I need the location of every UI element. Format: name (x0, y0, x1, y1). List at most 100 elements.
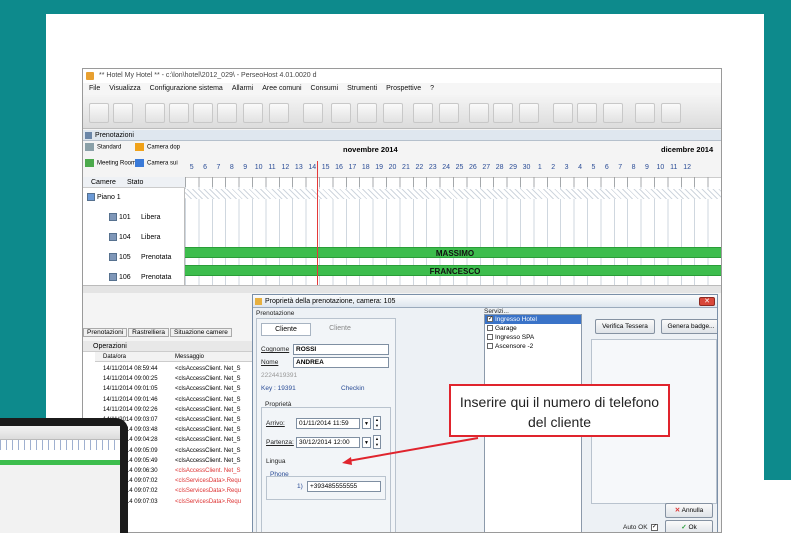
menu-item[interactable]: Strumenti (347, 85, 377, 92)
log-row[interactable]: 14/11/2014 09:01:05 <clsAccessClient. Net… (95, 384, 253, 394)
toolbar-button-icon[interactable] (243, 103, 263, 123)
auto-ok-label: Auto OK (623, 524, 648, 531)
service-label: Garage (495, 325, 517, 332)
toolbar-button-icon[interactable] (469, 103, 489, 123)
log-row[interactable]: 14/11/2014 09:01:46 <clsAccessClient. Net… (95, 395, 253, 405)
lingua-label: Lingua (266, 458, 286, 465)
legend-item[interactable]: Meeting Room (85, 159, 136, 168)
arrivo-spinner-icon[interactable]: ▲ ▼ (373, 416, 381, 430)
toolbar-button-icon[interactable] (303, 103, 323, 123)
auto-ok-checkbox[interactable]: ✓ (651, 524, 658, 531)
toolbar-button-icon[interactable] (269, 103, 289, 123)
log-row[interactable]: 14/11/2014 09:00:25 <clsAccessClient. Net… (95, 374, 253, 384)
room-number: 101 (118, 214, 131, 221)
tab-prenotazioni[interactable]: Prenotazioni (83, 328, 128, 337)
toolbar-button-icon[interactable] (413, 103, 433, 123)
day-label: 11 (670, 164, 678, 171)
menu-item[interactable]: Aree comuni (262, 85, 301, 92)
nome-field[interactable]: ANDREA (293, 357, 389, 368)
ok-button[interactable]: ✓ Ok (665, 520, 713, 532)
checkbox-icon (487, 343, 493, 350)
log-message: <clsAccessClient. Net_S (175, 417, 241, 423)
toolbar-button-icon[interactable] (577, 103, 597, 123)
tab-cliente[interactable]: Cliente (261, 323, 311, 336)
day-label: 26 (469, 164, 477, 171)
log-row[interactable]: 14/11/2014 09:02:26 <clsAccessClient. Net… (95, 405, 253, 415)
phone-field[interactable]: +393485555555 (307, 481, 381, 492)
panel-icon (85, 132, 92, 139)
toolbar-button-icon[interactable] (113, 103, 133, 123)
arrivo-dropdown-icon[interactable]: ▼ (362, 418, 371, 429)
legend-item[interactable]: Camera dop (135, 143, 180, 152)
window-title: ** Hotel My Hotel ** - c:\lon\hotel\2012… (99, 72, 317, 79)
horizontal-scrollbar[interactable] (83, 285, 721, 293)
toolbar-button-icon[interactable] (169, 103, 189, 123)
booking-bar[interactable]: MASSIMO (185, 247, 721, 258)
tree-floor[interactable]: Piano 1 (83, 191, 185, 205)
genera-badge-button[interactable]: Genera badge... (661, 319, 717, 334)
menu-item[interactable]: Consumi (311, 85, 339, 92)
arrivo-field[interactable]: 01/11/2014 11:59 (296, 418, 360, 429)
tree-room-106[interactable]: 106 Prenotata (83, 271, 185, 285)
menu-item[interactable]: Visualizza (109, 85, 140, 92)
toolbar-button-icon[interactable] (661, 103, 681, 123)
toolbar-button-icon[interactable] (89, 103, 109, 123)
service-label: Ingresso Hotel (495, 316, 537, 323)
toolbar-button-icon[interactable] (383, 103, 403, 123)
booking-bar[interactable]: FRANCESCO (185, 265, 721, 276)
prenotazione-group: Cliente Cliente Cognome ROSSI Nome ANDRE… (256, 318, 396, 532)
tab-cliente-2[interactable]: Cliente (315, 323, 365, 336)
today-marker (317, 161, 318, 285)
menu-item[interactable]: Allarmi (232, 85, 253, 92)
toolbar-button-icon[interactable] (519, 103, 539, 123)
toolbar-button-icon[interactable] (553, 103, 573, 123)
day-label: 24 (442, 164, 451, 171)
close-icon[interactable]: ✕ (699, 297, 715, 306)
menu-bar: File Visualizza Configurazione sistema Alla… (83, 83, 721, 95)
verifica-tessera-button[interactable]: Verifica Tessera (595, 319, 655, 334)
toolbar-button-icon[interactable] (439, 103, 459, 123)
tree-room-105[interactable]: 105 Prenotata (83, 251, 185, 265)
tab-situazione-camere[interactable]: Situazione camere (170, 328, 232, 337)
day-label: 25 (455, 164, 464, 171)
legend-item[interactable]: Camera sui (135, 159, 178, 168)
toolbar-button-icon[interactable] (193, 103, 213, 123)
annulla-label: Annulla (681, 507, 704, 514)
service-label: Ingresso SPA (495, 334, 535, 341)
phone-index: 1) (297, 483, 303, 490)
tree-room-101[interactable]: 101 Libera (83, 211, 185, 225)
menu-item[interactable]: Prospettive (386, 85, 421, 92)
toolbar-button-icon[interactable] (145, 103, 165, 123)
annulla-button[interactable]: ✕ Annulla (665, 503, 713, 518)
day-label: 30 (522, 164, 531, 171)
cognome-field[interactable]: ROSSI (293, 344, 389, 355)
folder-icon (87, 193, 95, 202)
log-row[interactable]: 14/11/2014 08:59:44 <clsAccessClient. Net… (95, 364, 253, 374)
day-label: 16 (335, 164, 343, 171)
menu-item[interactable]: Configurazione sistema (150, 85, 223, 92)
service-item[interactable]: Ingresso SPA (485, 333, 581, 342)
tab-rastrelliera[interactable]: Rastrelliera (128, 328, 170, 337)
day-label: 13 (294, 164, 303, 171)
toolbar-button-icon[interactable] (357, 103, 377, 123)
legend-item[interactable]: Standard (85, 143, 121, 152)
service-item[interactable]: ✓ Ingresso Hotel (485, 315, 581, 324)
checkin-link[interactable]: Checkin (341, 385, 364, 392)
key-label: Key : 19391 (261, 385, 296, 392)
toolbar-button-icon[interactable] (217, 103, 237, 123)
service-item[interactable]: Garage (485, 324, 581, 333)
toolbar-button-icon[interactable] (603, 103, 623, 123)
tree-header: Camere Stato (83, 177, 185, 188)
toolbar-button-icon[interactable] (635, 103, 655, 123)
legend-swatch (135, 159, 144, 167)
panel-title: Prenotazioni (95, 132, 134, 139)
tree-room-104[interactable]: 104 Libera (83, 231, 185, 245)
day-label: 8 (631, 164, 636, 171)
service-item[interactable]: Ascensore -2 (485, 342, 581, 351)
page-edge (757, 480, 791, 533)
toolbar-button-icon[interactable] (493, 103, 513, 123)
menu-item[interactable]: ? (430, 85, 434, 92)
toolbar-button-icon[interactable] (331, 103, 351, 123)
grid-ticks (185, 177, 721, 187)
menu-item[interactable]: File (89, 85, 100, 92)
